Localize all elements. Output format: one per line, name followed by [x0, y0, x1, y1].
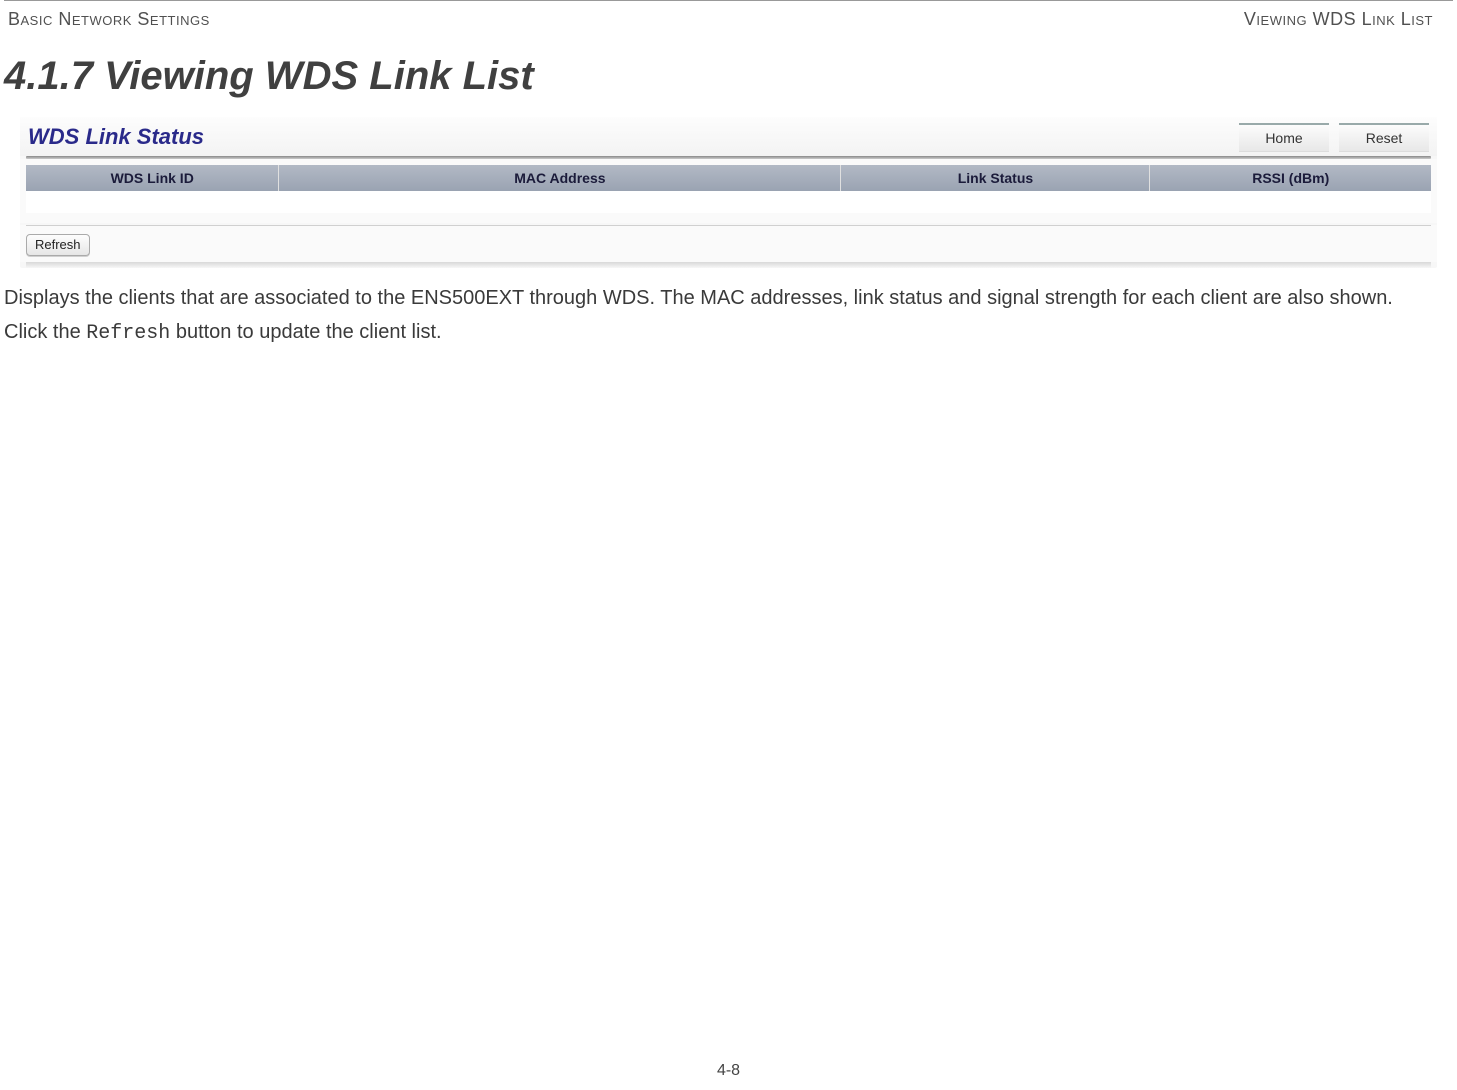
- home-button[interactable]: Home: [1239, 123, 1329, 152]
- p2-part-a: Click the: [4, 321, 86, 343]
- wds-link-table: WDS Link ID MAC Address Link Status RSSI…: [26, 165, 1431, 213]
- panel-buttons: Home Reset: [1239, 123, 1429, 154]
- panel-bottom-shadow: [26, 262, 1431, 268]
- page-number: 4-8: [0, 1062, 1457, 1080]
- header-right: Viewing WDS Link List: [1244, 9, 1433, 30]
- wds-link-status-panel: WDS Link Status Home Reset WDS Link ID M…: [20, 117, 1437, 268]
- col-wds-link-id: WDS Link ID: [26, 165, 279, 191]
- panel-top-bar: WDS Link Status Home Reset: [20, 117, 1437, 156]
- col-rssi: RSSI (dBm): [1150, 165, 1431, 191]
- p2-refresh-code: Refresh: [86, 322, 170, 345]
- section-title: 4.1.7 Viewing WDS Link List: [0, 34, 1457, 117]
- description-p1: Displays the clients that are associated…: [4, 286, 1451, 312]
- p2-part-c: button to update the client list.: [170, 321, 441, 343]
- table-separator: [26, 225, 1431, 226]
- col-mac-address: MAC Address: [279, 165, 841, 191]
- col-link-status: Link Status: [841, 165, 1150, 191]
- panel-title: WDS Link Status: [28, 124, 204, 154]
- description-text: Displays the clients that are associated…: [0, 282, 1457, 356]
- description-p2: Click the Refresh button to update the c…: [4, 320, 1451, 347]
- header-left: Basic Network Settings: [8, 9, 210, 30]
- reset-button[interactable]: Reset: [1339, 123, 1429, 152]
- table-row-empty: [26, 191, 1431, 213]
- below-table: Refresh: [20, 225, 1437, 262]
- wds-table-wrap: WDS Link ID MAC Address Link Status RSSI…: [20, 159, 1437, 223]
- table-header-row: WDS Link ID MAC Address Link Status RSSI…: [26, 165, 1431, 191]
- refresh-button[interactable]: Refresh: [26, 234, 90, 256]
- page-header: Basic Network Settings Viewing WDS Link …: [4, 0, 1453, 34]
